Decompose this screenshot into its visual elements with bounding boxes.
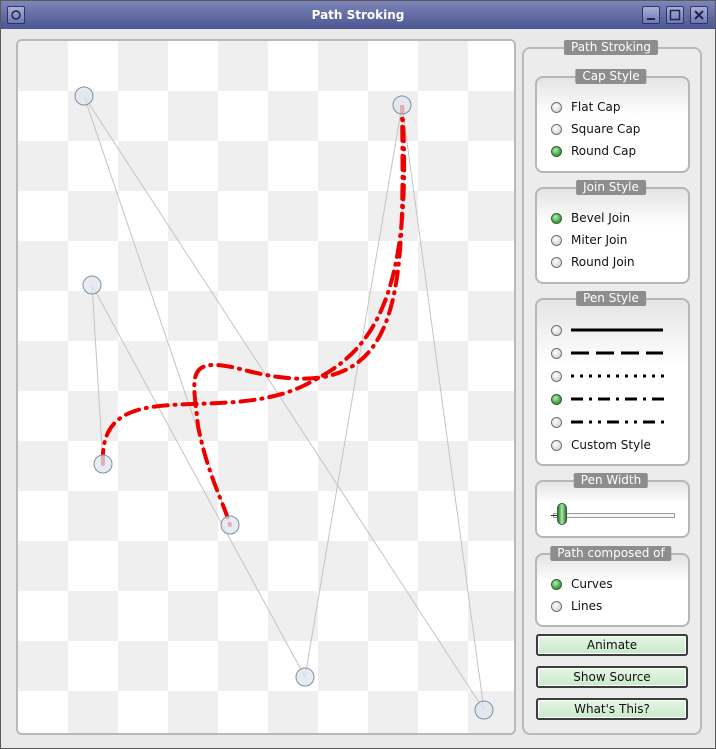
minimize-icon <box>647 18 655 20</box>
radio-pen-dot[interactable] <box>551 367 665 385</box>
control-point[interactable] <box>295 667 315 687</box>
radio-miter-join[interactable]: Miter Join <box>551 231 627 249</box>
radio-round-join[interactable]: Round Join <box>551 253 635 271</box>
window-title: Path Stroking <box>311 8 405 22</box>
radio-bevel-join[interactable]: Bevel Join <box>551 209 630 227</box>
cap-style-title: Cap Style <box>575 69 647 84</box>
radio-flat-cap[interactable]: Flat Cap <box>551 98 620 116</box>
minimize-button[interactable] <box>642 6 660 24</box>
radio-curves[interactable]: Curves <box>551 575 613 593</box>
option-label: Square Cap <box>571 122 641 136</box>
option-label: Curves <box>571 577 613 591</box>
dash-line-icon <box>571 351 663 355</box>
radio-indicator[interactable] <box>551 234 562 246</box>
control-point[interactable] <box>93 454 113 474</box>
radio-indicator[interactable] <box>551 101 562 113</box>
option-label: Round Cap <box>571 144 637 158</box>
radio-pen-dash-dot[interactable] <box>551 390 665 408</box>
option-label: Lines <box>571 599 603 613</box>
close-icon <box>694 10 704 20</box>
radio-indicator[interactable] <box>551 123 562 135</box>
control-point[interactable] <box>392 95 412 115</box>
checker-background <box>18 41 514 733</box>
radio-indicator[interactable] <box>551 370 562 382</box>
radio-indicator[interactable] <box>551 256 562 268</box>
radio-lines[interactable]: Lines <box>551 597 602 615</box>
pen-width-group <box>535 480 690 538</box>
option-label: Bevel Join <box>571 211 631 225</box>
pen-width-slider-handle[interactable] <box>557 503 567 525</box>
option-label: Custom Style <box>571 438 651 452</box>
radio-indicator[interactable] <box>551 145 562 157</box>
radio-indicator[interactable] <box>551 439 562 451</box>
path-composition-group: Curves Lines <box>535 553 690 627</box>
panel-title: Path Stroking <box>563 40 659 55</box>
animate-button[interactable]: Animate <box>536 634 688 656</box>
maximize-icon <box>669 9 681 21</box>
control-point[interactable] <box>220 515 240 535</box>
title-bar[interactable]: Path Stroking <box>1 1 715 29</box>
path-composition-title: Path composed of <box>550 546 672 561</box>
radio-square-cap[interactable]: Square Cap <box>551 120 640 138</box>
cap-style-group: Flat Cap Square Cap Round Cap <box>535 76 690 173</box>
pen-style-title: Pen Style <box>576 291 646 306</box>
radio-pen-dash[interactable] <box>551 344 665 362</box>
path-canvas[interactable] <box>16 39 516 735</box>
pen-style-group: Custom Style <box>535 298 690 466</box>
option-label: Round Join <box>571 255 635 269</box>
control-point[interactable] <box>82 275 102 295</box>
pen-width-title: Pen Width <box>573 473 649 488</box>
maximize-button[interactable] <box>666 6 684 24</box>
whats-this-button[interactable]: What's This? <box>536 698 688 720</box>
canvas-drawing <box>18 41 514 733</box>
dash-dot-dot-line-icon <box>571 420 665 424</box>
option-label: Miter Join <box>571 233 628 247</box>
radio-indicator[interactable] <box>551 347 562 359</box>
control-point[interactable] <box>74 86 94 106</box>
radio-pen-solid[interactable] <box>551 321 665 339</box>
solid-line-icon <box>571 328 663 332</box>
control-point[interactable] <box>474 700 494 720</box>
radio-round-cap[interactable]: Round Cap <box>551 142 636 160</box>
dash-dot-line-icon <box>571 397 665 401</box>
close-button[interactable] <box>690 6 708 24</box>
dot-line-icon <box>571 374 665 378</box>
pen-width-slider-track[interactable] <box>553 513 675 518</box>
radio-indicator[interactable] <box>551 578 562 590</box>
option-label: Flat Cap <box>571 100 621 114</box>
join-style-group: Bevel Join Miter Join Round Join <box>535 187 690 284</box>
radio-pen-dash-dot-dot[interactable] <box>551 413 665 431</box>
radio-indicator[interactable] <box>551 600 562 612</box>
join-style-title: Join Style <box>576 180 646 195</box>
radio-pen-custom[interactable]: Custom Style <box>551 436 651 454</box>
radio-indicator[interactable] <box>551 212 562 224</box>
radio-indicator[interactable] <box>551 393 562 405</box>
app-window: Path Stroking Path Stroking Flat Cap Squ… <box>0 0 716 749</box>
show-source-button[interactable]: Show Source <box>536 666 688 688</box>
radio-indicator[interactable] <box>551 324 562 336</box>
radio-indicator[interactable] <box>551 416 562 428</box>
